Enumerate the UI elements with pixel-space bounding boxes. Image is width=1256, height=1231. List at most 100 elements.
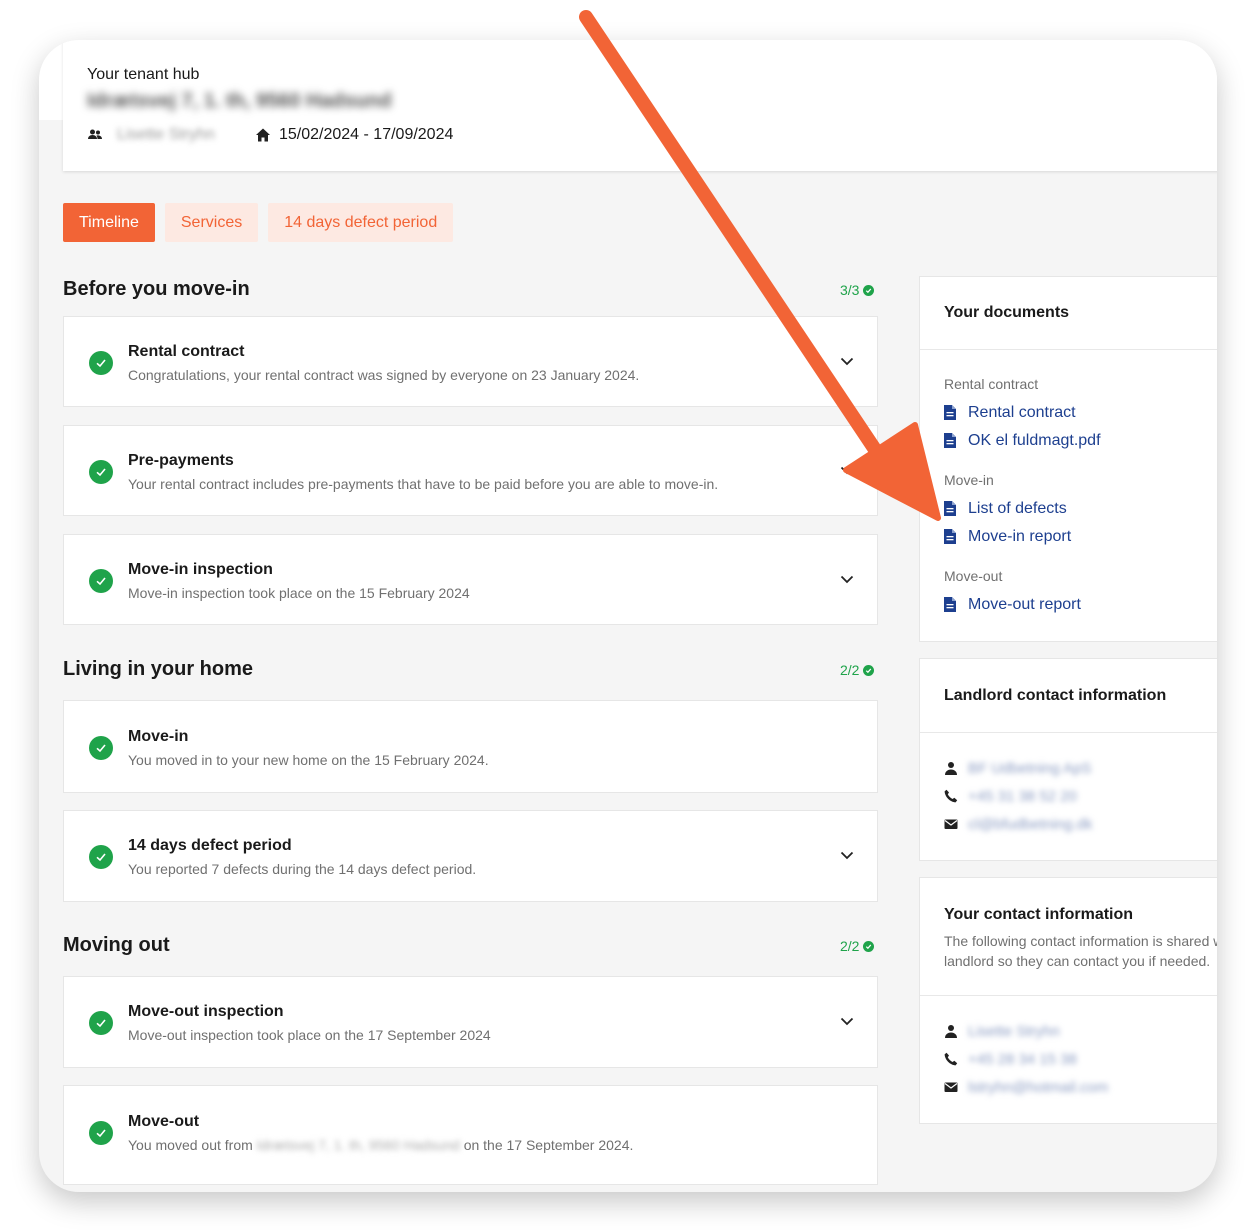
step-rental-contract[interactable]: Rental contract Congratulations, your re…	[63, 316, 878, 407]
step-description: Move-in inspection took place on the 15 …	[128, 585, 470, 601]
doc-group-rental-contract: Rental contract	[944, 376, 1039, 392]
file-icon	[944, 597, 960, 613]
divider	[920, 349, 1217, 350]
doc-group-move-in: Move-in	[944, 472, 994, 488]
home-icon	[255, 127, 271, 143]
tenant-name: Lisette Stryhn	[117, 126, 215, 143]
tenancy-meta: Lisette Stryhn 15/02/2024 - 17/09/2024	[87, 126, 453, 144]
page-title: Your tenant hub	[87, 66, 200, 83]
doc-link-ok-el-fuldmagt[interactable]: OK el fuldmagt.pdf	[944, 432, 1101, 450]
step-description: You moved out from Idrætsvej 7, 1. th, 9…	[128, 1137, 633, 1153]
step-title: Pre-payments	[128, 452, 234, 469]
tab-services[interactable]: Services	[164, 203, 259, 242]
mail-icon	[944, 817, 960, 833]
chevron-down-icon[interactable]	[839, 462, 855, 478]
your-contact-desc-line1: The following contact information is sha…	[944, 933, 1217, 949]
step-defect-period[interactable]: 14 days defect period You reported 7 def…	[63, 810, 878, 902]
doc-link-list-of-defects[interactable]: List of defects	[944, 500, 1067, 518]
step-description: Congratulations, your rental contract wa…	[128, 367, 640, 383]
file-icon	[944, 529, 960, 545]
check-icon	[89, 736, 113, 760]
person-icon	[944, 761, 960, 777]
chevron-down-icon[interactable]	[839, 571, 855, 587]
step-description: You moved in to your new home on the 15 …	[128, 752, 489, 768]
doc-link-move-in-report[interactable]: Move-in report	[944, 528, 1071, 546]
divider	[920, 732, 1217, 733]
check-icon	[89, 460, 113, 484]
section-progress-living: 2/2	[840, 662, 875, 678]
documents-title: Your documents	[944, 304, 1070, 321]
move-out-address: Idrætsvej 7, 1. th, 9560 Hadsund	[256, 1137, 460, 1153]
check-circle-icon	[863, 664, 875, 676]
tenancy-dates: 15/02/2024 - 17/09/2024	[279, 126, 454, 143]
landlord-name: BF Udbetning ApS	[968, 760, 1092, 777]
progress-count: 2/2	[840, 938, 860, 954]
your-name-row: Lisette Stryhn	[944, 1023, 1060, 1040]
landlord-email[interactable]: cl@bfudbetning.dk	[968, 816, 1092, 833]
your-name: Lisette Stryhn	[968, 1023, 1060, 1040]
your-phone[interactable]: +45 28 34 15 38	[968, 1051, 1077, 1068]
step-title: Move-in inspection	[128, 561, 273, 578]
step-description: You reported 7 defects during the 14 day…	[128, 861, 477, 877]
doc-link-label: List of defects	[968, 500, 1067, 517]
chevron-down-icon[interactable]	[839, 847, 855, 863]
your-phone-row: +45 28 34 15 38	[944, 1051, 1077, 1068]
tab-defect-period[interactable]: 14 days defect period	[268, 203, 454, 242]
your-contact-card: Your contact information The following c…	[919, 877, 1217, 1124]
your-contact-desc-line2: landlord so they can contact you if need…	[944, 953, 1211, 969]
landlord-email-row: cl@bfudbetning.dk	[944, 816, 1092, 833]
check-icon	[89, 1011, 113, 1035]
check-icon	[89, 569, 113, 593]
person-icon	[944, 1024, 960, 1040]
doc-link-label: Move-out report	[968, 596, 1081, 613]
check-icon	[89, 845, 113, 869]
file-icon	[944, 501, 960, 517]
your-contact-description: The following contact information is sha…	[944, 931, 1217, 971]
step-title: 14 days defect period	[128, 837, 292, 854]
check-circle-icon	[863, 940, 875, 952]
progress-count: 3/3	[840, 282, 860, 298]
landlord-contact-title: Landlord contact information	[944, 687, 1167, 704]
landlord-phone-row: +45 31 38 52 20	[944, 788, 1077, 805]
step-move-in-inspection[interactable]: Move-in inspection Move-in inspection to…	[63, 534, 878, 625]
step-title: Move-in	[128, 728, 189, 745]
step-pre-payments[interactable]: Pre-payments Your rental contract includ…	[63, 425, 878, 516]
check-circle-icon	[863, 284, 875, 296]
step-title: Move-out inspection	[128, 1003, 284, 1020]
step-description: Your rental contract includes pre-paymen…	[128, 476, 719, 492]
phone-icon	[944, 1052, 960, 1068]
your-email-row: lstryhn@hotmail.com	[944, 1079, 1108, 1096]
step-move-in: Move-in You moved in to your new home on…	[63, 700, 878, 793]
your-email[interactable]: lstryhn@hotmail.com	[968, 1079, 1108, 1096]
phone-icon	[944, 789, 960, 805]
tenant-hub-header: Your tenant hub Idrætsvej 7, 1. th, 9560…	[63, 40, 1217, 171]
landlord-phone[interactable]: +45 31 38 52 20	[968, 788, 1077, 805]
section-title-living: Living in your home	[63, 658, 254, 680]
move-out-desc-suffix: on the 17 September 2024.	[463, 1137, 634, 1153]
section-progress-before-move-in: 3/3	[840, 282, 875, 298]
move-out-desc-prefix: You moved out from	[128, 1137, 253, 1153]
tab-timeline[interactable]: Timeline	[63, 203, 155, 242]
section-progress-moving-out: 2/2	[840, 938, 875, 954]
check-icon	[89, 1121, 113, 1145]
section-title-before-move-in: Before you move-in	[63, 278, 250, 300]
doc-link-rental-contract[interactable]: Rental contract	[944, 404, 1076, 422]
step-title: Move-out	[128, 1113, 200, 1130]
chevron-down-icon[interactable]	[839, 1013, 855, 1029]
doc-group-move-out: Move-out	[944, 568, 1003, 584]
doc-link-move-out-report[interactable]: Move-out report	[944, 596, 1081, 614]
mail-icon	[944, 1080, 960, 1096]
users-icon	[87, 127, 103, 143]
step-description: Move-out inspection took place on the 17…	[128, 1027, 491, 1043]
landlord-contact-card: Landlord contact information BF Udbetnin…	[919, 658, 1217, 861]
file-icon	[944, 405, 960, 421]
divider	[920, 995, 1217, 996]
step-move-out: Move-out You moved out from Idrætsvej 7,…	[63, 1085, 878, 1185]
landlord-name-row: BF Udbetning ApS	[944, 760, 1091, 777]
step-move-out-inspection[interactable]: Move-out inspection Move-out inspection …	[63, 976, 878, 1068]
property-address: Idrætsvej 7, 1. th, 9560 Hadsund	[87, 90, 392, 112]
tab-bar: Timeline Services 14 days defect period	[63, 203, 454, 242]
file-icon	[944, 433, 960, 449]
documents-card: Your documents Rental contract Rental co…	[919, 276, 1217, 642]
chevron-down-icon[interactable]	[839, 353, 855, 369]
